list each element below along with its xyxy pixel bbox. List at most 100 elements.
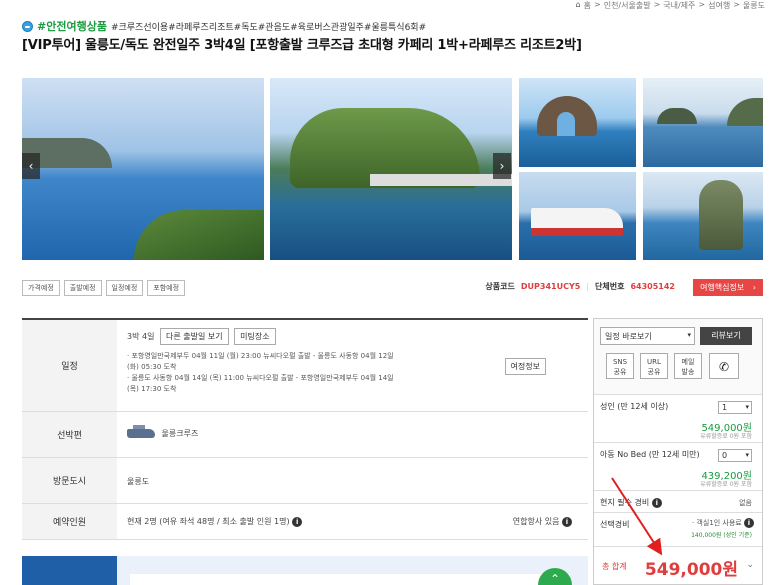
- schedule-details: · 포항영일만국제부두 04월 11일 (월) 23:00 뉴씨다오펄 출발 -…: [127, 351, 447, 395]
- booking-sidebar: 일정 바로보기 ▾ 리뷰보기 SNS 공유 URL 공유 메일 발송 ✆ 성인 …: [593, 318, 763, 585]
- table-row: 선박편 울릉크루즈: [22, 412, 588, 458]
- tab-price[interactable]: 가격예정: [22, 280, 60, 296]
- info-icon[interactable]: i: [292, 516, 303, 527]
- product-tags: #크루즈선이용#라페루즈리조트#독도#관음도#육로버스관광일주#울릉특식6회#: [110, 22, 427, 33]
- bottom-banner: [22, 556, 588, 585]
- sns-share-label: SNS: [612, 358, 628, 366]
- group-number-value: 64305142: [630, 282, 675, 291]
- product-codes: 상품코드 DUP341UCY5 | 단체번호 64305142: [485, 281, 675, 292]
- city-label: 방문도시: [22, 458, 117, 503]
- phone-icon[interactable]: ✆: [709, 353, 739, 379]
- breadcrumb-home[interactable]: 홈: [584, 0, 591, 11]
- chevron-down-icon[interactable]: ⌄: [746, 560, 754, 570]
- banner-block: [22, 556, 117, 585]
- adult-price-row: 성인 (만 12세 이상) 1 ▾ 549,000원 유류할증료 0원 포함: [594, 395, 762, 443]
- optional-expense-sub: 140,000원 (성인 기준): [691, 532, 752, 539]
- breadcrumb-domestic[interactable]: 국내/제주: [663, 0, 695, 11]
- local-expense-value: 없음: [739, 499, 752, 507]
- tour-info-button[interactable]: 여정정보: [504, 358, 546, 375]
- safe-travel-badge: #안전여행상품: [37, 20, 107, 33]
- chevron-down-icon: ▾: [687, 331, 691, 339]
- globe-icon: [22, 20, 33, 32]
- chevron-down-icon: ▾: [745, 451, 749, 459]
- adult-quantity-value: 1: [722, 403, 728, 412]
- breadcrumb-region[interactable]: 인천/서울출발: [604, 0, 651, 11]
- ship-value: 울릉크루즈: [161, 429, 199, 438]
- info-icon[interactable]: i: [651, 497, 662, 508]
- divider: |: [586, 282, 590, 291]
- table-row: 예약인원 현재 2명 (여유 좌석 48명 / 최소 출발 인원 1명) i 연…: [22, 504, 588, 540]
- partner-airline: 연합항사 있음 i: [513, 516, 572, 527]
- home-icon[interactable]: ⌂: [576, 0, 581, 11]
- child-fuel-note: 유류할증료 0원 포함: [700, 481, 752, 488]
- table-row: 일정 3박 4일 다른 출발일 보기 미팅장소 · 포항영일만국제부두 04월 …: [22, 320, 588, 412]
- product-code-value: DUP341UCY5: [520, 282, 581, 291]
- breadcrumb-island[interactable]: 섬여행: [708, 0, 730, 11]
- schedule-line: · 포항영일만국제부두 04월 11일 (월) 23:00 뉴씨다오펄 출발 -…: [127, 352, 394, 360]
- review-button[interactable]: 리뷰보기: [700, 327, 752, 345]
- trip-info-table: 일정 3박 4일 다른 출발일 보기 미팅장소 · 포항영일만국제부두 04월 …: [22, 318, 588, 540]
- sns-share-button[interactable]: SNS 공유: [606, 353, 634, 379]
- gallery-image[interactable]: [22, 78, 264, 260]
- info-icon[interactable]: i: [744, 518, 754, 528]
- url-share-button[interactable]: URL 공유: [640, 353, 668, 379]
- breadcrumb-current[interactable]: 울릉도: [743, 0, 765, 11]
- key-info-button[interactable]: 여행핵심정보 ›: [693, 279, 763, 296]
- schedule-line: (화) 05:30 도착: [127, 363, 177, 371]
- meeting-place-button[interactable]: 미팅장소: [234, 328, 276, 345]
- mail-send-button[interactable]: 메일 발송: [674, 353, 702, 379]
- chevron-right-icon: ›: [752, 283, 756, 292]
- gallery-image[interactable]: [643, 78, 763, 167]
- adult-quantity-select[interactable]: 1 ▾: [718, 401, 752, 414]
- breadcrumb: ⌂ 홈 > 인천/서울출발 > 국내/제주 > 섬여행 > 울릉도: [576, 0, 765, 11]
- breadcrumb-separator: >: [733, 0, 740, 9]
- section-tabs: 가격예정 출발예정 일정예정 포함예정: [22, 280, 186, 296]
- local-expense-label: 현지 필수 경비: [600, 498, 650, 507]
- tab-departure[interactable]: 출발예정: [63, 280, 102, 296]
- product-code-label: 상품코드: [485, 282, 515, 291]
- reservation-label: 예약인원: [22, 504, 117, 539]
- gallery-image[interactable]: [519, 172, 636, 260]
- city-value: 울릉도: [127, 477, 150, 486]
- cruise-ship-icon: [127, 425, 155, 438]
- breadcrumb-separator: >: [594, 0, 601, 9]
- itinerary-select-value: 일정 바로보기: [605, 332, 652, 341]
- url-share-label: 공유: [647, 368, 661, 376]
- itinerary-select[interactable]: 일정 바로보기 ▾: [600, 327, 695, 345]
- other-dates-button[interactable]: 다른 출발일 보기: [160, 328, 229, 345]
- sidebar-tools: 일정 바로보기 ▾ 리뷰보기 SNS 공유 URL 공유 메일 발송 ✆: [594, 319, 762, 395]
- key-info-label: 여행핵심정보: [700, 283, 745, 292]
- photo-gallery: [22, 78, 763, 260]
- mail-send-label: 발송: [681, 368, 695, 376]
- adult-label: 성인 (만 12세 이상): [600, 402, 669, 411]
- gallery-prev-button[interactable]: ‹: [22, 153, 40, 179]
- mail-send-label: 메일: [681, 358, 695, 366]
- info-icon[interactable]: i: [562, 516, 572, 527]
- total-row: 총 합계 549,000원 ⌄: [594, 547, 762, 585]
- local-expense-row: 현지 필수 경비 i 없음: [594, 491, 762, 513]
- schedule-line: · 울릉도 사동항 04월 14일 (목) 11:00 뉴씨다오펄 출발 - 포…: [127, 374, 394, 382]
- schedule-line: (목) 17:30 도착: [127, 385, 177, 393]
- child-price-row: 아동 No Bed (만 12세 미만) 0 ▾ 439,200원 유류할증료 …: [594, 443, 762, 491]
- breadcrumb-separator: >: [698, 0, 706, 9]
- tab-itinerary[interactable]: 일정예정: [105, 280, 144, 296]
- chevron-down-icon: ▾: [745, 403, 749, 411]
- duration: 3박 4일: [127, 332, 155, 341]
- child-quantity-select[interactable]: 0 ▾: [718, 449, 752, 462]
- gallery-image[interactable]: [270, 78, 512, 260]
- schedule-label: 일정: [22, 320, 117, 411]
- breadcrumb-separator: >: [653, 0, 661, 9]
- sns-share-label: 공유: [613, 368, 627, 376]
- child-label: 아동 No Bed (만 12세 미만): [600, 450, 700, 459]
- gallery-next-button[interactable]: ›: [493, 153, 511, 179]
- optional-expense-value: · 객실1인 사용료 i: [692, 518, 754, 528]
- gallery-image[interactable]: [643, 172, 763, 260]
- reservation-value: 현재 2명 (여유 좌석 48명 / 최소 출발 인원 1명): [127, 517, 290, 526]
- total-price: 549,000원: [644, 560, 738, 580]
- url-share-label: URL: [647, 358, 661, 366]
- tab-included[interactable]: 포함예정: [147, 280, 186, 296]
- title-tags-line: #안전여행상품 #크루즈선이용#라페루즈리조트#독도#관음도#육로버스관광일주#…: [22, 18, 426, 34]
- chevron-up-icon: ⌃: [549, 572, 561, 585]
- gallery-image[interactable]: [519, 78, 636, 167]
- group-number-label: 단체번호: [595, 282, 625, 291]
